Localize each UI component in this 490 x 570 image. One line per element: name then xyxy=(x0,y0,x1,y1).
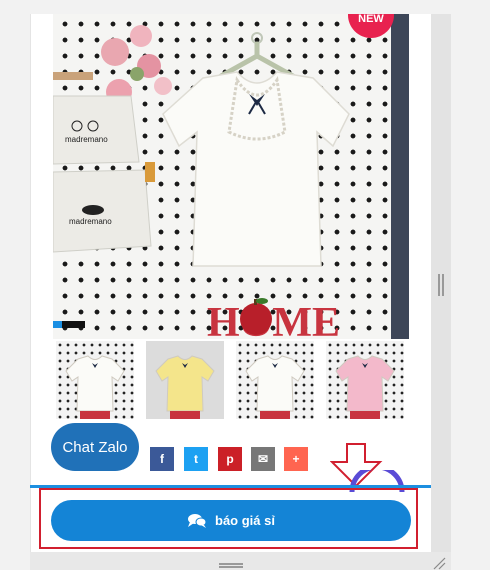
thumbnail-decor-shape xyxy=(260,411,290,419)
thumbnail-decor-shape xyxy=(80,411,110,419)
thumbnail-shirt-shape xyxy=(245,355,305,412)
pinterest-share-button[interactable]: p xyxy=(218,447,242,471)
bag-logo-text: madremano xyxy=(65,135,108,144)
bag-logo-text-2: madremano xyxy=(69,217,112,226)
plus-icon: + xyxy=(292,452,300,466)
chat-zalo-button[interactable]: Chat Zalo xyxy=(51,423,139,471)
scrollbar-grip-icon[interactable] xyxy=(438,274,444,296)
thumbnail-shirt xyxy=(335,355,395,419)
thumbnail-shirt-shape xyxy=(335,355,395,412)
product-photo-illustration: madremano madremano HOME xyxy=(53,14,409,339)
pinterest-icon: p xyxy=(226,452,234,466)
facebook-share-button[interactable]: f xyxy=(150,447,174,471)
thumbnail-shirt-shape xyxy=(155,355,215,412)
wholesale-quote-label: báo giá sỉ xyxy=(215,513,275,528)
email-icon: ✉ xyxy=(257,452,269,466)
facebook-icon: f xyxy=(160,452,164,466)
thumbnail-1[interactable] xyxy=(56,341,134,419)
horizontal-grip-icon[interactable] xyxy=(219,563,243,568)
thumbnail-shirt-shape xyxy=(65,355,125,412)
twitter-share-button[interactable]: t xyxy=(184,447,208,471)
thumbnail-decor-shape xyxy=(170,411,200,419)
slide-indicator-active[interactable] xyxy=(53,321,62,328)
resize-handle-icon[interactable] xyxy=(432,556,446,570)
more-share-button[interactable]: + xyxy=(284,447,308,471)
slide-indicator[interactable] xyxy=(53,321,85,328)
thumbnail-shirt xyxy=(245,355,305,419)
chat-zalo-label: Chat Zalo xyxy=(62,438,128,456)
thumbnail-4[interactable] xyxy=(326,341,404,419)
twitter-icon: t xyxy=(194,452,198,466)
thumbnail-shirt xyxy=(155,355,215,419)
new-badge-label: NEW xyxy=(358,13,384,25)
thumbnail-3[interactable] xyxy=(236,341,314,419)
thumbnail-shirt xyxy=(65,355,125,419)
wholesale-quote-button[interactable]: báo giá sỉ xyxy=(51,500,411,541)
chat-bubbles-icon xyxy=(188,513,207,528)
product-main-image[interactable]: madremano madremano HOME xyxy=(53,14,409,339)
thumbnail-decor-shape xyxy=(350,411,380,419)
thumbnail-2[interactable] xyxy=(146,341,224,419)
email-share-button[interactable]: ✉ xyxy=(251,447,275,471)
home-decor-text: HOME xyxy=(207,300,340,339)
